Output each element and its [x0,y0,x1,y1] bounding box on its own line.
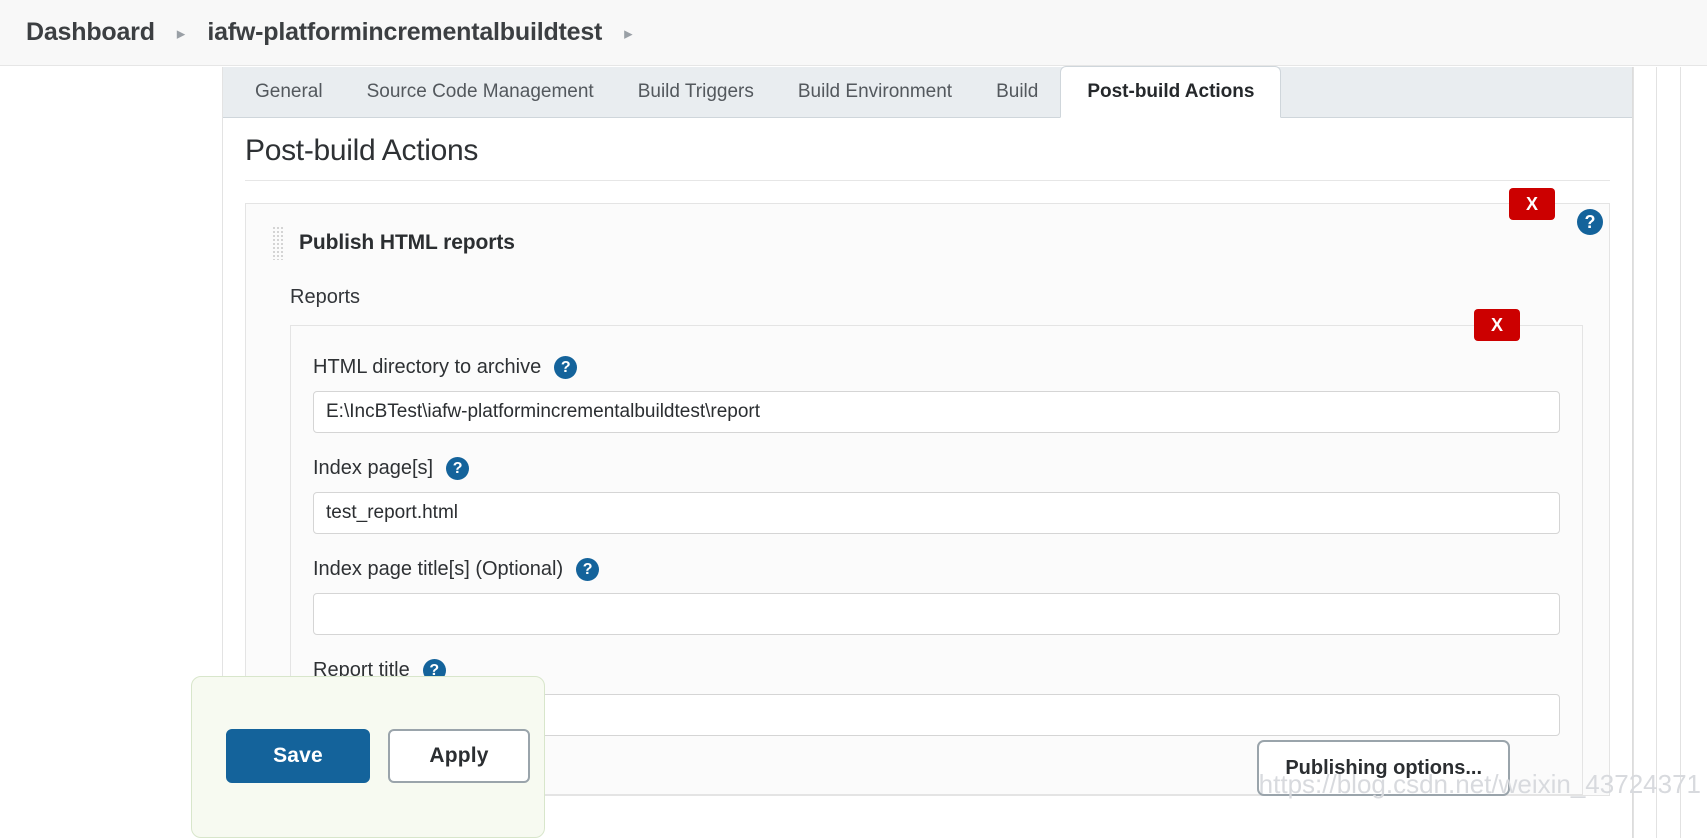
field-index-page-titles: Index page title[s] (Optional) ? [313,558,1560,635]
gutter-divider [1656,67,1657,838]
reports-group-label: Reports [290,286,361,308]
section-title: Publish HTML reports [299,231,515,254]
field-html-directory: HTML directory to archive ? [313,356,1560,433]
html-directory-help-icon[interactable]: ? [554,356,578,379]
publishing-options-button[interactable]: Publishing options... [1257,740,1510,796]
config-tabs: General Source Code Management Build Tri… [223,66,1632,118]
section-help-icon[interactable]: ? [1577,209,1603,235]
tab-post-build-actions[interactable]: Post-build Actions [1060,66,1282,118]
breadcrumb: Dashboard ▸ iafw-platformincrementalbuil… [0,0,1707,66]
tab-build-triggers[interactable]: Build Triggers [616,66,776,117]
breadcrumb-item-dashboard[interactable]: Dashboard [26,18,155,47]
field-label-row: Index page[s] ? [313,457,1560,480]
gutter-divider [1633,67,1634,838]
sticky-save-bar: Save Apply [191,676,545,838]
field-label-row: Index page title[s] (Optional) ? [313,558,1560,581]
index-page-titles-input[interactable] [313,593,1560,635]
jenkins-job-config-page: Dashboard ▸ iafw-platformincrementalbuil… [0,0,1707,838]
index-pages-input[interactable] [313,492,1560,534]
html-directory-input[interactable] [313,391,1560,433]
breadcrumb-item-job[interactable]: iafw-platformincrementalbuildtest [207,18,602,47]
section-header: Publish HTML reports [272,226,1583,260]
tab-source-code-management[interactable]: Source Code Management [345,66,616,117]
gutter-divider [1680,67,1681,838]
breadcrumb-chevron-icon[interactable]: ▸ [624,25,633,42]
save-button[interactable]: Save [226,729,370,783]
index-page-titles-help-icon[interactable]: ? [576,558,600,581]
index-pages-help-icon[interactable]: ? [446,457,470,480]
delete-report-button[interactable]: X [1474,309,1520,341]
drag-handle-icon[interactable] [272,226,285,260]
apply-button[interactable]: Apply [388,729,530,783]
breadcrumb-separator-icon: ▸ [176,24,186,43]
field-index-pages: Index page[s] ? [313,457,1560,534]
html-directory-label: HTML directory to archive [313,356,542,378]
field-label-row: HTML directory to archive ? [313,356,1560,379]
tab-build[interactable]: Build [974,66,1060,117]
index-pages-label: Index page[s] [313,457,434,479]
index-page-titles-label: Index page title[s] (Optional) [313,558,564,580]
tab-general[interactable]: General [233,66,345,117]
page-title: Post-build Actions [245,134,1610,181]
delete-section-button[interactable]: X [1509,188,1555,220]
tab-build-environment[interactable]: Build Environment [776,66,974,117]
